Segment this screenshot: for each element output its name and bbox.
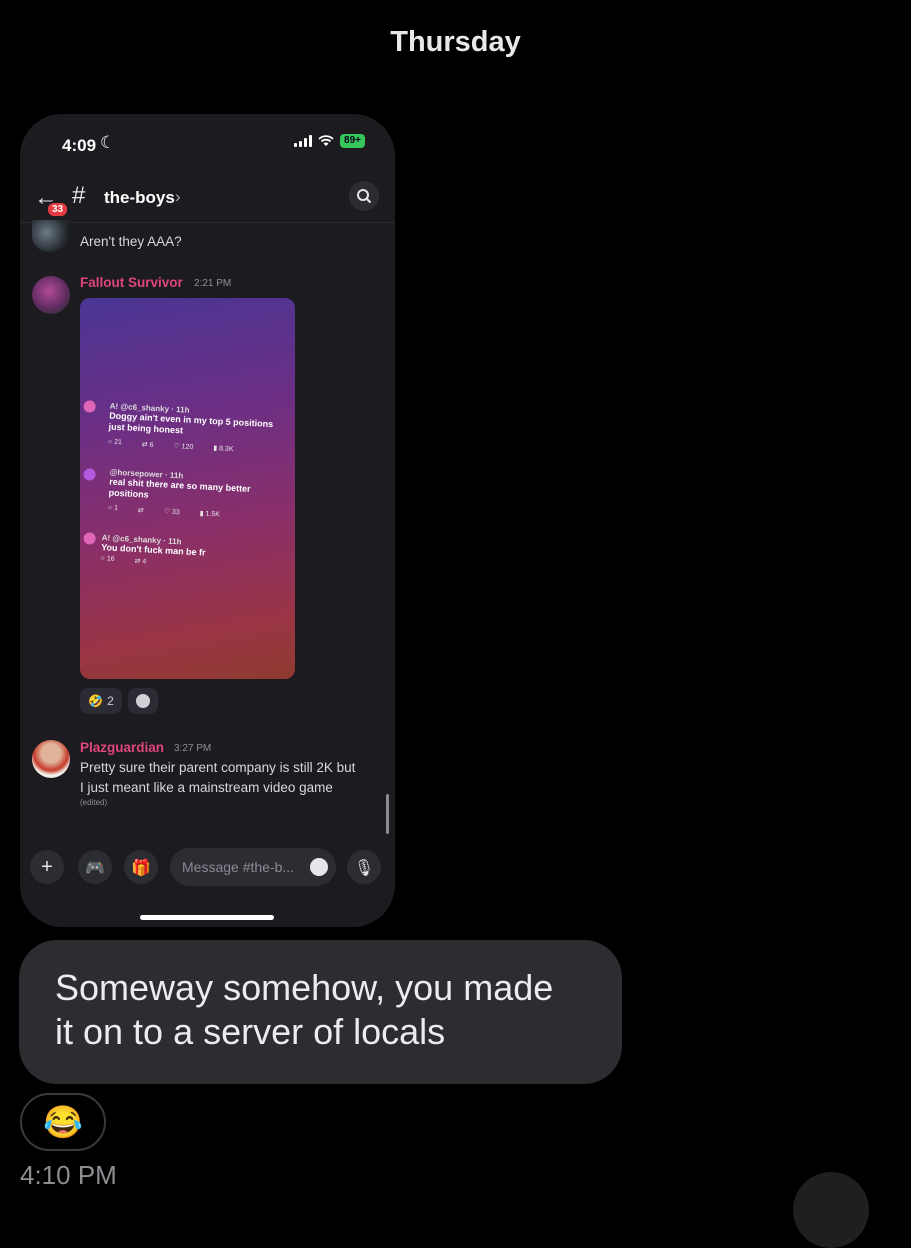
home-indicator — [140, 915, 274, 920]
message-timestamp: 4:10 PM — [20, 1160, 117, 1190]
wifi-icon — [318, 135, 334, 146]
image-attachment[interactable]: A! @c6_shanky · 11h Doggy ain't even in … — [80, 298, 295, 679]
like-count: ♡ 120 — [173, 442, 194, 451]
message-text: Aren't they AAA? — [80, 234, 182, 249]
gift-icon: 🎁 — [131, 860, 151, 877]
message-bubble[interactable]: Someway somehow, you made it on to a ser… — [19, 940, 622, 1084]
gamepad-button[interactable]: 🎮 — [78, 850, 112, 884]
message-input-bar: + 🎮 🎁 Message #the-b... 🎙 — [20, 844, 395, 894]
microphone-button[interactable]: 🎙 — [347, 850, 381, 884]
tapback-reaction[interactable]: 😂 — [20, 1093, 106, 1151]
status-time: 4:09 — [62, 136, 97, 155]
avatar — [83, 400, 96, 413]
username[interactable]: Fallout Survivor — [80, 275, 183, 290]
message-text: I just meant like a mainstream video gam… — [80, 780, 333, 795]
tweet: A! @c6_shanky · 11h Doggy ain't even in … — [80, 400, 295, 457]
day-header: Thursday — [390, 26, 521, 58]
scrollbar[interactable] — [386, 794, 389, 834]
rofl-emoji: 🤣 — [88, 694, 104, 708]
reply-count: ○ 1 — [107, 504, 119, 513]
avatar[interactable] — [32, 276, 70, 314]
gift-button[interactable]: 🎁 — [124, 850, 158, 884]
smiley-icon — [136, 694, 150, 708]
channel-header: ← 33 # the-boys › — [20, 174, 395, 223]
status-icons: 89+ — [294, 134, 365, 148]
unread-badge: 33 — [46, 201, 70, 218]
avatar — [83, 468, 96, 481]
avatar[interactable] — [32, 740, 70, 778]
microphone-icon: 🎙 — [353, 860, 375, 877]
message-input[interactable]: Message #the-b... — [170, 848, 336, 886]
search-button[interactable] — [349, 181, 379, 211]
message-text: it on to a server of locals — [55, 1011, 446, 1052]
view-count: ▮ 1.5K — [199, 510, 221, 519]
channel-name[interactable]: the-boys — [104, 188, 175, 208]
avatar[interactable] — [32, 220, 68, 252]
add-reaction-button[interactable] — [128, 688, 158, 714]
gamepad-icon: 🎮 — [85, 860, 105, 877]
message-text: Someway somehow, you made — [55, 967, 554, 1008]
avatar — [83, 532, 96, 545]
emoji-icon[interactable] — [310, 858, 328, 876]
reply-count: ○ 16 — [100, 555, 115, 563]
timestamp: 2:21 PM — [194, 278, 232, 289]
battery-indicator: 89+ — [340, 134, 365, 148]
chevron-right-icon: › — [175, 187, 181, 206]
reply-count: ○ 21 — [107, 438, 122, 447]
tweet-stats: ○ 1 ⇄ ♡ 33 ▮ 1.5K — [108, 505, 295, 524]
channel-hash-icon: # — [72, 182, 86, 209]
moon-icon: ☾ — [100, 133, 116, 152]
scroll-down-button[interactable] — [793, 1172, 869, 1248]
reaction-count: 2 — [107, 694, 114, 708]
attached-screenshot[interactable]: 4:09 ☾ 89+ ← 33 # the-boys › Aren't they… — [20, 114, 395, 927]
tweet: A! @c6_shanky · 11h You don't fuck man b… — [80, 532, 295, 575]
repost-count: ⇄ 6 — [141, 441, 154, 449]
plus-button[interactable]: + — [30, 850, 64, 884]
edited-label: (edited) — [80, 798, 108, 807]
message-text: Pretty sure their parent company is stil… — [80, 760, 356, 775]
username[interactable]: Plazguardian — [80, 740, 164, 755]
like-count: ♡ 33 — [163, 508, 180, 517]
repost-count: ⇄ — [137, 507, 144, 515]
reaction-chip[interactable]: 🤣 2 — [80, 688, 122, 714]
search-icon — [357, 189, 372, 204]
repost-count: ⇄ 4 — [134, 557, 147, 566]
signal-icon — [294, 135, 313, 147]
tweet-stats: ○ 21 ⇄ 6 ♡ 120 ▮ 8.3K — [108, 439, 295, 458]
tweet: @horsepower · 11h real shit there are so… — [80, 466, 295, 523]
timestamp: 3:27 PM — [174, 743, 212, 754]
view-count: ▮ 8.3K — [213, 445, 234, 454]
